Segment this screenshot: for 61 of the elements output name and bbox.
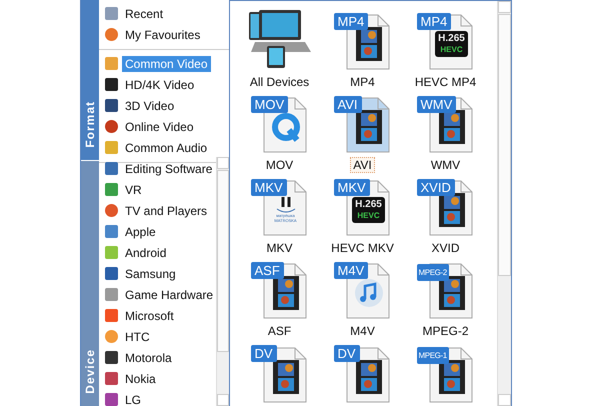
film-strip-icon [356,110,382,144]
format-badge: AVI [334,96,362,113]
format-label: XVID [430,240,460,256]
format-badge: WMV [416,96,456,113]
music-disc-icon [354,278,384,308]
format-badge: M4V [334,262,368,279]
list-item[interactable]: Motorola [122,350,175,366]
format-badge: MKV [334,179,370,196]
list-item[interactable]: Recent [122,6,166,22]
list-item[interactable]: VR [122,182,145,198]
list-item[interactable]: Android [122,244,170,260]
scrollbar[interactable] [497,1,511,406]
format-badge: XVID [416,179,455,196]
format-label: HEVC MP4 [414,74,478,90]
format-badge: MKV [250,179,287,196]
format-label: MOV [264,157,294,173]
format-label: All Devices [248,74,310,90]
film-strip-icon [272,360,298,394]
list-item[interactable]: Apple [122,224,159,240]
format-badge: DV [250,345,277,362]
q-logo-icon [270,112,300,142]
format-label: ASF [266,323,292,339]
film-strip-icon [272,276,298,310]
side-tab[interactable]: Format [81,0,99,160]
scrollbar[interactable] [216,157,229,406]
format-badge: MPEG-2 [416,264,449,281]
list-item[interactable]: HTC [122,328,153,344]
format-badge: DV [334,345,360,362]
list-item[interactable]: Common Audio [122,140,210,156]
list-item[interactable]: Samsung [122,266,179,282]
film-strip-icon [438,276,464,310]
format-badge: MPEG-1 [416,347,449,364]
format-label: MKV [265,240,294,256]
format-label: MP4 [349,74,376,90]
list-item[interactable]: TV and Players [122,202,210,218]
list-item[interactable]: Nokia [122,370,159,386]
format-label: MPEG-2 [421,323,470,339]
film-strip-icon [356,27,382,61]
format-badge: ASF [250,262,284,279]
format-label: WMV [430,157,462,173]
list-item[interactable]: HD/4K Video [122,76,198,92]
codec-label: H.265 HEVC [352,197,385,223]
format-label: AVI [350,157,375,173]
list-item[interactable]: Game Hardware [122,286,216,302]
list-item[interactable]: Online Video [122,118,196,134]
format-label: M4V [349,323,376,339]
film-strip-icon [438,110,464,144]
codec-label: H.265 HEVC [435,31,468,57]
film-strip-icon [356,360,382,394]
logo-icon [276,197,296,213]
format-badge: MP4 [416,13,452,30]
format-badge: MP4 [334,13,368,30]
format-badge: MOV [250,96,288,113]
list-item[interactable]: LG [122,392,144,406]
film-strip-icon [438,360,464,394]
list-item[interactable]: Editing Software [122,160,216,176]
film-strip-icon [438,193,464,227]
list-item[interactable]: 3D Video [122,98,178,114]
list-item[interactable]: My Favourites [122,26,204,42]
format-label: HEVC MKV [330,240,395,256]
list-item[interactable]: Microsoft [122,308,177,324]
